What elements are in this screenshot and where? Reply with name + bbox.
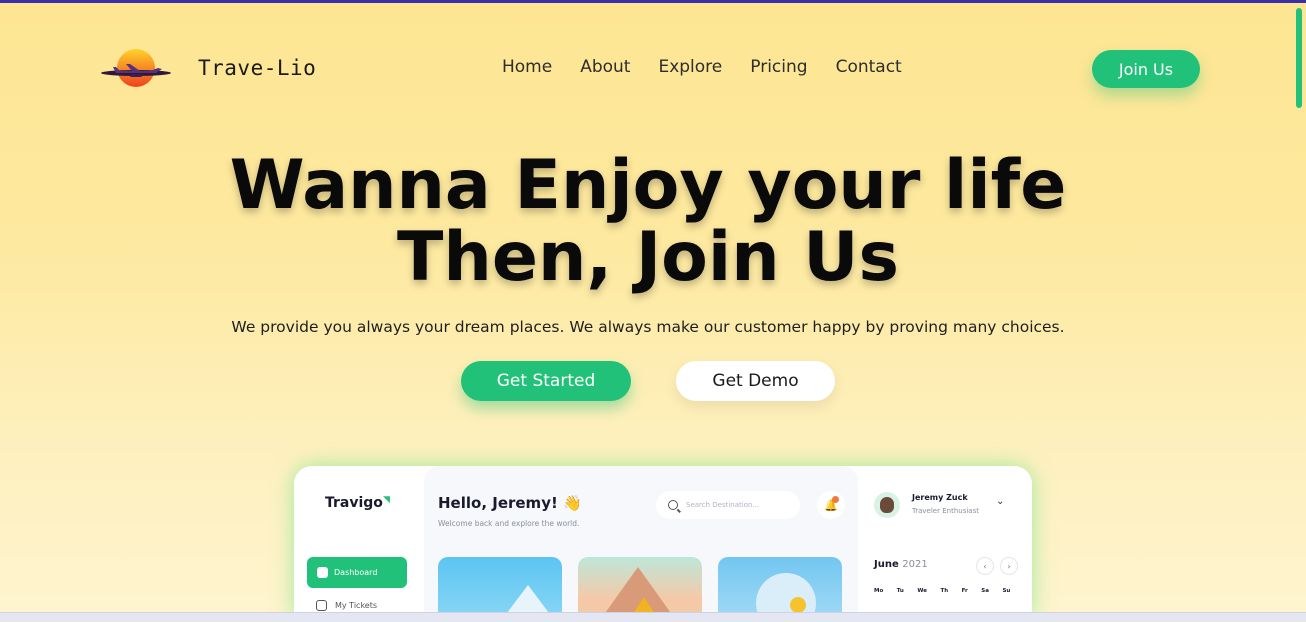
preview-sidebar-item-tickets: My Tickets [316,600,377,611]
nav-contact[interactable]: Contact [836,57,902,77]
preview-brand: Travigo◥ [325,495,390,511]
bell-icon: 🔔 [817,491,845,519]
destination-card [718,557,842,616]
preview-search-box: Search Destination... [656,491,800,519]
get-demo-button[interactable]: Get Demo [676,361,835,401]
home-icon [317,567,328,578]
brand-tick-icon: ◥ [382,495,390,505]
preview-greeting: Hello, Jeremy! 👋 [438,494,582,512]
preview-main: Hello, Jeremy! 👋 Welcome back and explor… [424,466,858,616]
brand-name[interactable]: Trave-Lio [198,56,316,80]
get-started-button[interactable]: Get Started [461,361,631,401]
preview-welcome: Welcome back and explore the world. [438,519,580,528]
preview-sidebar: Travigo◥ Dashboard My Tickets [294,466,424,616]
avatar-face [880,497,894,513]
hero-title-line-1: Wanna Enjoy your life [229,146,1067,225]
weekday-label: Mo [874,588,884,594]
nav-home[interactable]: Home [502,57,552,77]
chevron-down-icon: ⌄ [996,496,1005,507]
calendar-weekdays: Mo Tu We Th Fr Sa Su [874,588,1010,594]
preview-right-panel: Jeremy Zuck Traveler Enthusiast ⌄ June 2… [858,466,1032,616]
hero-title-line-2: Then, Join Us [397,218,899,297]
window-top-border [0,0,1306,3]
calendar-month-name: June [874,559,899,570]
main-nav: Home About Explore Pricing Contact [502,57,902,77]
chevron-left-icon: ‹ [976,557,994,575]
weekday-label: Su [1002,588,1011,594]
globe-illustration [756,573,816,616]
calendar-year: 2021 [902,559,928,570]
notification-dot [832,496,839,503]
weekday-label: We [917,588,927,594]
ticket-icon [316,600,327,611]
search-icon [668,500,678,510]
destination-card [578,557,702,616]
nav-explore[interactable]: Explore [658,57,722,77]
preview-user-name: Jeremy Zuck [912,493,968,502]
browser-bottom-bar [0,612,1306,622]
sun-illustration [790,597,806,613]
weekday-label: Th [940,588,949,594]
weekday-label: Sa [981,588,989,594]
airplane-sunset-logo[interactable] [100,46,174,90]
preview-search-placeholder: Search Destination... [686,501,760,509]
preview-sidebar-label: Dashboard [334,568,378,577]
preview-calendar-month: June 2021 [874,559,928,570]
weekday-label: Tu [896,588,904,594]
dashboard-preview: Travigo◥ Dashboard My Tickets Hello, Jer… [294,466,1032,616]
hero-subtitle: We provide you always your dream places.… [231,318,1065,336]
avatar [874,492,900,518]
hero-title: Wanna Enjoy your life Then, Join Us [0,150,1296,294]
join-us-button[interactable]: Join Us [1092,50,1200,88]
nav-pricing[interactable]: Pricing [750,57,807,77]
preview-sidebar-item-dashboard: Dashboard [307,557,407,588]
preview-brand-text: Travigo [325,495,383,511]
weekday-label: Fr [961,588,968,594]
destination-card [438,557,562,616]
nav-about[interactable]: About [580,57,630,77]
chevron-right-icon: › [1000,557,1018,575]
vertical-scrollbar[interactable] [1296,8,1302,108]
preview-user-role: Traveler Enthusiast [912,507,979,515]
preview-sidebar-label: My Tickets [335,601,378,610]
